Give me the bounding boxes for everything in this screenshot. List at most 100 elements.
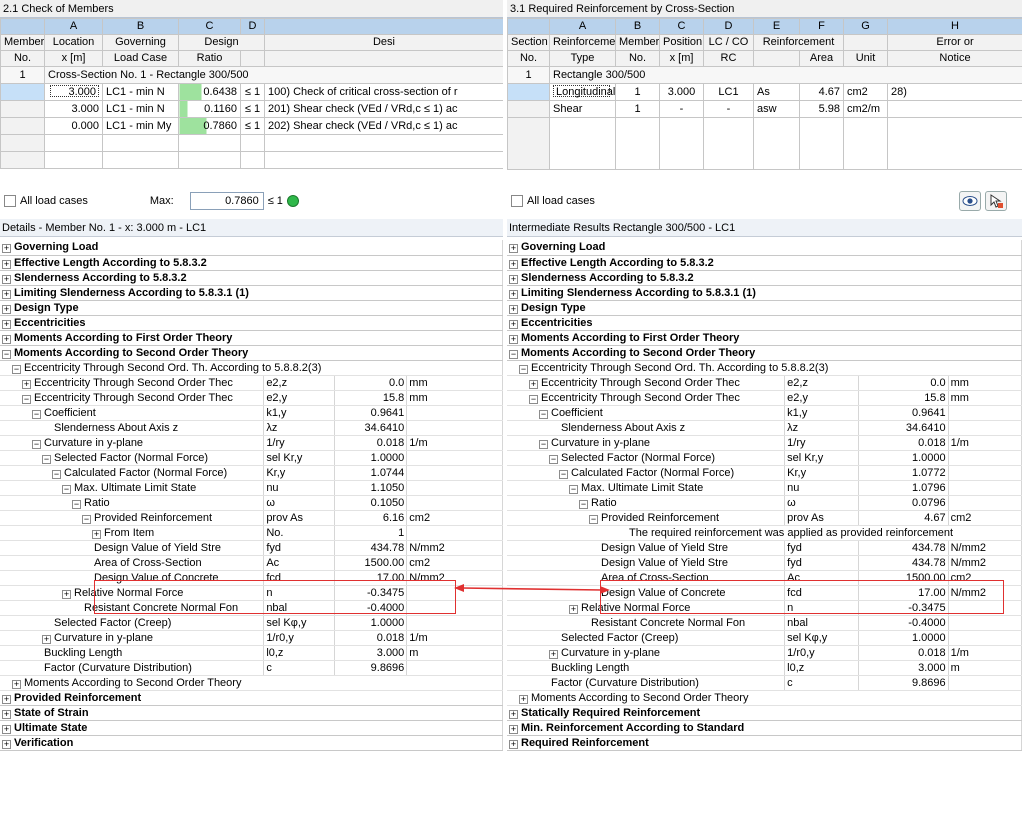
tree-label[interactable]: − Moments According to Second Order Theor… xyxy=(507,345,1022,361)
tree-row[interactable]: + Eccentricity Through Second Order Thec e… xyxy=(507,375,1022,391)
table-row[interactable]: Shear 1 - - asw 5.98 cm2/m xyxy=(507,100,1022,118)
expand-icon[interactable]: + xyxy=(509,319,518,329)
table-row[interactable] xyxy=(507,117,1022,170)
row-header[interactable] xyxy=(507,117,550,170)
tree-section[interactable]: + Moments According to First Order Theory xyxy=(507,330,1022,346)
tree-label[interactable]: + Curvature in y-plane xyxy=(0,630,265,646)
tree-label[interactable]: Factor (Curvature Distribution) xyxy=(0,660,265,676)
tree-label[interactable]: Design Value of Yield Stre xyxy=(0,540,265,556)
tree-row[interactable]: Resistant Concrete Normal Fon nbal -0.4000 xyxy=(507,615,1022,631)
expand-icon[interactable]: + xyxy=(22,379,31,389)
cell-member[interactable]: 1 xyxy=(615,100,660,118)
tree-label[interactable]: Area of Cross-Section xyxy=(0,555,265,571)
tree-section[interactable]: + Effective Length According to 5.8.3.2 xyxy=(507,255,1022,271)
col-letter-g[interactable]: G xyxy=(843,18,888,35)
expand-icon[interactable]: + xyxy=(509,304,518,314)
tree-label[interactable]: + Effective Length According to 5.8.3.2 xyxy=(0,255,503,271)
empty-cell[interactable] xyxy=(102,134,179,152)
tree-row[interactable]: + Curvature in y-plane 1/r0,y 0.018 1/m xyxy=(0,630,503,646)
tree-section[interactable]: + Moments According to First Order Theory xyxy=(0,330,503,346)
tree-row[interactable]: − Provided Reinforcement prov As 4.67 cm2 xyxy=(507,510,1022,526)
tree-section[interactable]: + Min. Reinforcement According to Standar… xyxy=(507,720,1022,736)
empty-cell[interactable] xyxy=(240,151,265,169)
tree-row[interactable]: Design Value of Yield Stre fyd 434.78 N/mm2 xyxy=(507,555,1022,571)
collapse-icon[interactable]: − xyxy=(549,454,558,464)
empty-cell[interactable] xyxy=(264,134,503,152)
collapse-icon[interactable]: − xyxy=(52,469,61,479)
tree-label[interactable]: − Eccentricity Through Second Order Thec xyxy=(0,390,265,406)
expand-icon[interactable]: + xyxy=(509,724,518,734)
active-cell[interactable]: 3.000 xyxy=(50,84,99,98)
tree-row[interactable]: Design Value of Yield Stre fyd 434.78 N/mm2 xyxy=(0,540,503,556)
tree-row[interactable]: − Max. Ultimate Limit State nu 1.1050 xyxy=(0,480,503,496)
tree-label[interactable]: + Min. Reinforcement According to Standar… xyxy=(507,720,1022,736)
tree-row[interactable]: The required reinforcement was applied a… xyxy=(507,525,1022,541)
col-letter-f[interactable]: F xyxy=(799,18,844,35)
cell-desc[interactable]: 201) Shear check (VEd / VRd,c ≤ 1) ac xyxy=(264,100,503,118)
empty-cell[interactable] xyxy=(44,151,103,169)
tree-section[interactable]: − Moments According to Second Order Theor… xyxy=(507,345,1022,361)
empty-cell[interactable] xyxy=(178,151,241,169)
tree-label[interactable]: + Design Type xyxy=(507,300,1022,316)
tree-label[interactable]: − Coefficient xyxy=(507,405,786,421)
cell-lc[interactable]: - xyxy=(703,100,754,118)
expand-icon[interactable]: + xyxy=(519,694,528,704)
expand-icon[interactable]: + xyxy=(2,289,11,299)
tree-label[interactable]: + Moments According to First Order Theory xyxy=(507,330,1022,346)
tree-label[interactable]: + Effective Length According to 5.8.3.2 xyxy=(507,255,1022,271)
expand-icon[interactable]: + xyxy=(509,739,518,749)
empty-cell[interactable] xyxy=(178,134,241,152)
empty-cell[interactable] xyxy=(887,117,1022,170)
empty-cell[interactable] xyxy=(659,117,704,170)
tree-row[interactable]: − Eccentricity Through Second Ord. Th. Ac… xyxy=(507,360,1022,376)
tree-label[interactable]: Design Value of Yield Stre xyxy=(507,555,786,571)
tree-row[interactable]: Selected Factor (Creep) sel Kφ,y 1.0000 xyxy=(0,615,503,631)
expand-icon[interactable]: + xyxy=(2,304,11,314)
tree-label[interactable]: + Statically Required Reinforcement xyxy=(507,705,1022,721)
table-row[interactable] xyxy=(0,134,503,152)
collapse-icon[interactable]: − xyxy=(32,409,41,419)
tree-section[interactable]: + Slenderness According to 5.8.3.2 xyxy=(507,270,1022,286)
expand-icon[interactable]: + xyxy=(2,244,11,254)
cell-lc[interactable]: LC1 xyxy=(703,83,754,101)
tree-label[interactable]: − Coefficient xyxy=(0,405,265,421)
row-header[interactable] xyxy=(0,134,45,152)
tree-section[interactable]: + Limiting Slenderness According to 5.8.3… xyxy=(507,285,1022,301)
table-row[interactable] xyxy=(0,151,503,169)
row-header[interactable] xyxy=(0,151,45,169)
tree-row[interactable]: Design Value of Yield Stre fyd 434.78 N/mm2 xyxy=(507,540,1022,556)
tree-label[interactable]: − Selected Factor (Normal Force) xyxy=(0,450,265,466)
tree-label[interactable]: Selected Factor (Creep) xyxy=(0,615,265,631)
expand-icon[interactable]: + xyxy=(509,274,518,284)
tree-label[interactable]: + Design Type xyxy=(0,300,503,316)
expand-icon[interactable]: + xyxy=(509,709,518,719)
tree-row[interactable]: + Curvature in y-plane 1/r0,y 0.018 1/m xyxy=(507,645,1022,661)
expand-icon[interactable]: + xyxy=(2,319,11,329)
empty-cell[interactable] xyxy=(703,117,754,170)
expand-icon[interactable]: + xyxy=(509,259,518,269)
tree-row[interactable]: − Ratio ω 0.0796 xyxy=(507,495,1022,511)
collapse-icon[interactable]: − xyxy=(509,349,518,359)
tree-row[interactable]: Slenderness About Axis z λz 34.6410 xyxy=(0,420,503,436)
tree-label[interactable]: − Calculated Factor (Normal Force) xyxy=(507,465,786,481)
tree-section[interactable]: + Statically Required Reinforcement xyxy=(507,705,1022,721)
tree-label[interactable]: − Ratio xyxy=(0,495,265,511)
col-letter-e[interactable]: E xyxy=(753,18,800,35)
tree-section[interactable]: + Design Type xyxy=(0,300,503,316)
tree-label[interactable]: + Limiting Slenderness According to 5.8.3… xyxy=(507,285,1022,301)
cell-desc[interactable]: 202) Shear check (VEd / VRd,c ≤ 1) ac xyxy=(264,117,503,135)
tree-label[interactable]: + Moments According to Second Order Theor… xyxy=(507,690,1022,706)
col-letter-c[interactable]: C xyxy=(178,18,241,35)
collapse-icon[interactable]: − xyxy=(42,454,51,464)
col-letter-a[interactable]: A xyxy=(549,18,616,35)
expand-icon[interactable]: + xyxy=(2,739,11,749)
cell-lc[interactable]: LC1 - min N xyxy=(102,83,179,101)
expand-icon[interactable]: + xyxy=(509,244,518,254)
expand-icon[interactable]: + xyxy=(2,709,11,719)
tree-section[interactable]: + Governing Load xyxy=(0,240,503,256)
cell-note[interactable]: 28) xyxy=(887,83,1022,101)
tree-label[interactable]: − Max. Ultimate Limit State xyxy=(0,480,265,496)
tree-row[interactable]: Buckling Length l0,z 3.000 m xyxy=(507,660,1022,676)
cell-member[interactable]: 1 xyxy=(615,83,660,101)
tree-section[interactable]: + Limiting Slenderness According to 5.8.3… xyxy=(0,285,503,301)
